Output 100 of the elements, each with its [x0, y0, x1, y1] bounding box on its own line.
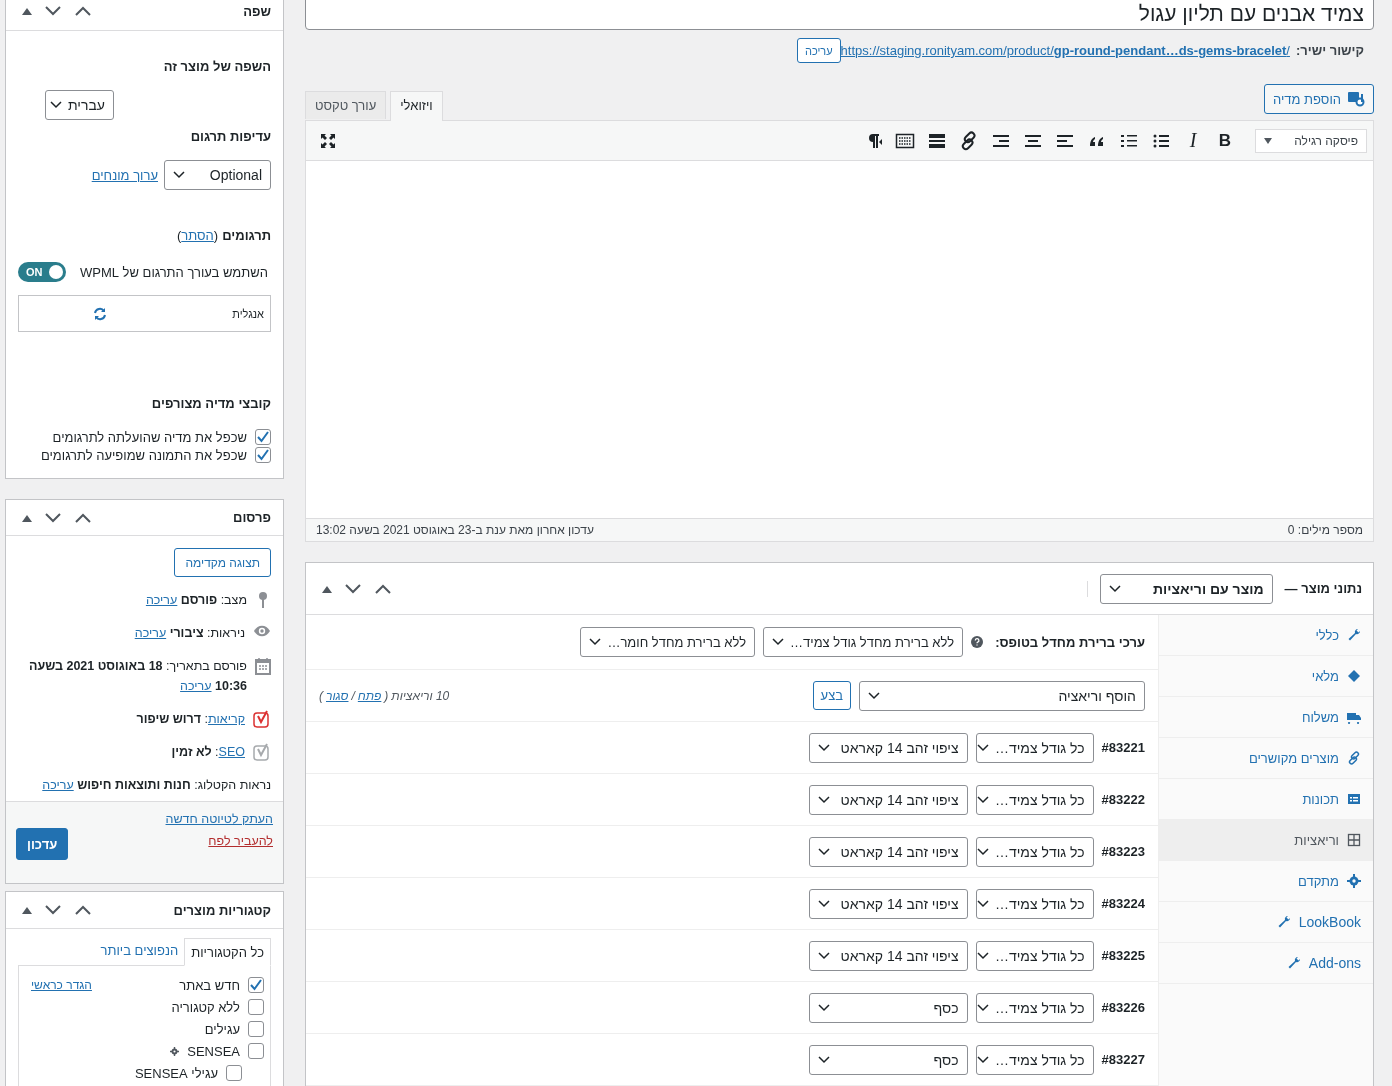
update-button[interactable]: עדכון: [16, 828, 69, 860]
chevron-icon: [817, 743, 830, 752]
checkbox[interactable]: [255, 447, 271, 463]
variation-id[interactable]: #83222: [1101, 792, 1145, 807]
size-select[interactable]: כל גודל צמיד…: [975, 1044, 1094, 1075]
make-primary-link[interactable]: הגדר כראשי: [31, 978, 92, 992]
expand-link[interactable]: פתח: [357, 688, 382, 703]
chevron-icon: [49, 101, 62, 109]
product-data-tab[interactable]: LookBook: [1159, 902, 1373, 943]
product-data-tab[interactable]: כללי: [1159, 615, 1373, 656]
chevron-icon: [173, 171, 185, 179]
edit-link[interactable]: עריכה: [180, 679, 212, 693]
editor-tab[interactable]: ויזואלי: [390, 91, 443, 121]
product-data-tab[interactable]: מוצרים מקושרים: [1159, 738, 1373, 779]
material-select[interactable]: ציפוי זהב 14 קאראט: [808, 940, 968, 971]
variation-id[interactable]: #83225: [1101, 948, 1145, 963]
link-icon[interactable]: [959, 130, 979, 151]
toggle-label: השתמש בעורך התרגום של WPML: [80, 264, 268, 280]
trash-link[interactable]: להעביר לפח: [165, 834, 273, 848]
edit-link[interactable]: עריכה: [42, 778, 74, 792]
variation-id[interactable]: #83227: [1101, 1052, 1145, 1067]
material-select[interactable]: ציפוי זהב 14 קאראט: [808, 732, 968, 763]
edit-permalink-button[interactable]: עריכה: [796, 38, 841, 63]
category-label: עגילים: [204, 1021, 240, 1037]
triangle-up-icon[interactable]: [22, 513, 32, 522]
variation-id[interactable]: #83223: [1101, 844, 1145, 859]
default-attribute-select[interactable]: ללא ברירת מחדל חומר…: [580, 627, 756, 657]
add-media-button[interactable]: הוספת מדיה: [1263, 84, 1374, 114]
title-field[interactable]: צמיד אבנים עם תליון עגול: [305, 0, 1374, 30]
edit-terms-link[interactable]: ערוך מונחים: [91, 167, 158, 183]
product-type-select[interactable]: מוצר עם וריאציות: [1099, 573, 1273, 604]
edit-link[interactable]: עריכה: [134, 626, 167, 640]
preview-button[interactable]: תצוגה מקדימה: [174, 548, 271, 577]
size-select[interactable]: כל גודל צמיד…: [975, 888, 1094, 919]
triangle-up-icon[interactable]: [22, 7, 32, 15]
product-data-tab[interactable]: מתקדם: [1159, 861, 1373, 902]
material-select[interactable]: ציפוי זהב 14 קאראט: [808, 836, 968, 867]
size-select[interactable]: כל גודל צמיד…: [975, 784, 1094, 815]
checkbox[interactable]: [248, 1043, 264, 1059]
gear-icon: [1347, 874, 1361, 888]
size-select[interactable]: כל גודל צמיד…: [975, 992, 1094, 1023]
go-button[interactable]: בצע: [812, 681, 851, 710]
checkbox[interactable]: [255, 429, 271, 445]
variation-id[interactable]: #83226: [1101, 1000, 1145, 1015]
refresh-icon[interactable]: [93, 306, 108, 321]
permalink-link[interactable]: https://staging.ronityam.com/product/gp-round-pendant…ds-gems-bracelet/: [840, 43, 1290, 58]
material-select[interactable]: כסף: [808, 992, 968, 1023]
format-select[interactable]: פיסקה רגילה: [1255, 128, 1367, 153]
panel-title: נתוני מוצר —: [1284, 581, 1362, 596]
size-select[interactable]: כל גודל צמיד…: [975, 940, 1094, 971]
chevron-up-icon[interactable]: [74, 4, 92, 18]
status-text: פורסם בתאריך: 18 באוגוסט 2021 בשעה: [29, 659, 247, 673]
product-data-tab[interactable]: מלאי: [1159, 656, 1373, 697]
bold-button[interactable]: B: [1215, 130, 1235, 151]
truck-icon: [1347, 710, 1361, 724]
chevron-down-icon[interactable]: [44, 4, 62, 18]
wrench-icon: [1286, 956, 1301, 970]
category-label: SENSEA: [187, 1043, 240, 1059]
product-data-tab[interactable]: וריאציות: [1159, 820, 1373, 861]
hide-link[interactable]: הסתר: [181, 228, 214, 244]
edit-link[interactable]: עריכה: [145, 593, 178, 607]
eye-icon: [253, 624, 271, 638]
variation-id[interactable]: #83224: [1101, 896, 1145, 911]
language-label: השפה של מוצר זה: [162, 59, 271, 75]
material-select[interactable]: ציפוי זהב 14 קאראט: [808, 888, 968, 919]
size-select[interactable]: כל גודל צמיד…: [975, 732, 1094, 763]
editor-tab[interactable]: עורך טקסט: [305, 91, 387, 119]
size-select[interactable]: כל גודל צמיד…: [975, 836, 1094, 867]
toggle-switch[interactable]: ON: [18, 262, 66, 282]
language-select[interactable]: עברית: [45, 90, 114, 120]
box-title: פרסום: [233, 510, 271, 525]
category-tab[interactable]: כל הקטגוריות: [184, 938, 271, 966]
collapse-link[interactable]: סגור: [326, 688, 349, 703]
status-text: 10:36: [215, 679, 247, 693]
product-data-tab[interactable]: משלוח: [1159, 697, 1373, 738]
add-variation-select[interactable]: הוסף וריאציה: [859, 680, 1145, 711]
checkbox[interactable]: [248, 1021, 264, 1037]
material-select[interactable]: כסף: [808, 1044, 968, 1075]
default-attribute-select[interactable]: ללא ברירת מחדל גודל צמיד…: [763, 627, 964, 657]
wrench-icon: [1276, 915, 1291, 929]
chevron-down-icon[interactable]: [44, 903, 62, 917]
chevron-down-icon[interactable]: [344, 581, 362, 596]
priority-select[interactable]: Optional: [164, 160, 271, 190]
triangle-up-icon[interactable]: [22, 906, 32, 914]
checkbox[interactable]: [226, 1065, 242, 1081]
help-icon[interactable]: [971, 636, 984, 648]
last-edited-text: עדכון אחרון מאת ענת ב-23 באוגוסט 2021 בשעה 13:02: [316, 522, 594, 539]
variation-id[interactable]: #83221: [1101, 740, 1145, 755]
product-data-tab[interactable]: Add-ons: [1159, 943, 1373, 984]
italic-button[interactable]: I: [1183, 129, 1203, 152]
category-tab[interactable]: הנפוצים ביותר: [94, 937, 185, 965]
copy-draft-link[interactable]: העתק לטיוטה חדשה: [165, 812, 273, 826]
material-select[interactable]: ציפוי זהב 14 קאראט: [808, 784, 968, 815]
chevron-up-icon[interactable]: [74, 903, 92, 917]
triangle-up-icon[interactable]: [322, 584, 332, 593]
tag-icon: [1347, 669, 1361, 683]
chevron-down-icon[interactable]: [44, 510, 62, 525]
checkbox[interactable]: [248, 977, 264, 993]
chevron-icon: [976, 951, 989, 960]
checkbox[interactable]: [248, 999, 264, 1015]
